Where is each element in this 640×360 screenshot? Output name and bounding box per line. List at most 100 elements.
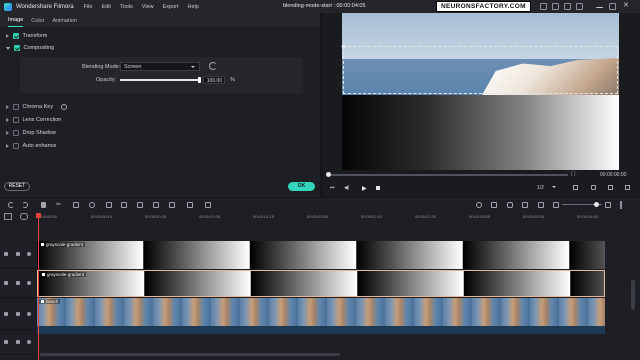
tab-color[interactable]: Color <box>31 18 44 27</box>
mute-icon[interactable] <box>27 340 31 344</box>
timeline-scrollbar-vertical[interactable] <box>631 280 635 310</box>
lock-icon[interactable] <box>16 340 20 344</box>
visibility-icon[interactable] <box>27 252 31 256</box>
ok-button[interactable]: OK <box>288 182 315 191</box>
section-compositing[interactable]: Compositing <box>6 45 54 51</box>
section-lens-correction[interactable]: Lens Correction <box>6 117 61 123</box>
menu-tools[interactable]: Tools <box>120 4 133 10</box>
opacity-input[interactable]: 100.00 <box>203 76 225 84</box>
step-back-icon[interactable]: ◀| <box>344 185 349 191</box>
reset-button[interactable]: RESET <box>4 182 30 191</box>
preview-progress-bar[interactable] <box>326 172 568 177</box>
render-icon[interactable] <box>476 202 482 208</box>
auto-enhance-checkbox[interactable] <box>13 143 19 149</box>
preview-canvas[interactable] <box>342 13 619 170</box>
panel-toggle-icon[interactable] <box>620 201 622 209</box>
compositing-checkbox[interactable] <box>14 45 20 51</box>
voiceover-icon[interactable] <box>522 202 528 208</box>
mic-icon[interactable] <box>507 202 513 208</box>
mixer-icon[interactable] <box>538 202 544 208</box>
section-auto-enhance[interactable]: Auto enhance <box>6 143 56 149</box>
quality-select[interactable]: 1/2 <box>537 185 544 191</box>
visibility-icon[interactable] <box>27 311 31 316</box>
drop-shadow-checkbox[interactable] <box>13 130 19 136</box>
green-screen-icon[interactable] <box>137 202 143 208</box>
watermark: NEURONSFACTORY.COM <box>436 1 531 12</box>
menu-file[interactable]: File <box>84 4 93 10</box>
crop-icon[interactable] <box>73 202 79 208</box>
opacity-slider-handle[interactable] <box>198 77 201 83</box>
zoom-slider-handle[interactable] <box>594 202 599 207</box>
timeline-ruler[interactable]: 00:00:00:00 00:00:00:10 00:00:00:20 00:0… <box>36 211 606 222</box>
add-track-icon[interactable] <box>4 213 12 220</box>
clip-label: grayscale-gradient <box>40 272 87 277</box>
timeline-scrollbar-horizontal[interactable] <box>40 353 340 356</box>
chroma-key-checkbox[interactable] <box>13 104 19 110</box>
zoom-out-icon[interactable] <box>553 202 559 208</box>
opacity-slider[interactable] <box>120 77 201 83</box>
chevron-down-icon[interactable] <box>552 186 556 188</box>
expand-icon[interactable] <box>625 185 630 190</box>
more-tools-icon[interactable] <box>205 202 211 208</box>
menu-edit[interactable]: Edit <box>101 4 110 10</box>
speed-icon[interactable] <box>106 202 112 208</box>
playhead-handle[interactable] <box>36 213 41 218</box>
undo-icon[interactable] <box>8 202 14 208</box>
section-transform[interactable]: Transform <box>6 33 47 39</box>
snapshot-icon[interactable] <box>591 185 596 190</box>
selection-box[interactable] <box>343 46 618 94</box>
menu-export[interactable]: Export <box>163 4 179 10</box>
audio-waveform[interactable] <box>37 326 605 334</box>
ruler-tick: 00:00:01:05 <box>199 214 221 219</box>
volume-icon[interactable] <box>608 185 613 190</box>
user-icon[interactable] <box>552 3 559 10</box>
visibility-icon[interactable] <box>27 281 31 285</box>
prev-frame-icon[interactable]: ⏮ <box>330 185 335 191</box>
audio-track-header <box>0 330 36 355</box>
download-icon[interactable] <box>576 3 583 10</box>
lock-icon[interactable] <box>16 311 20 316</box>
redo-icon[interactable] <box>22 202 28 208</box>
stop-icon[interactable] <box>376 186 380 190</box>
motion-icon[interactable] <box>187 202 193 208</box>
menu-view[interactable]: View <box>142 4 154 10</box>
keyframe-icon[interactable] <box>153 202 159 208</box>
preview-progress-handle[interactable] <box>326 172 331 177</box>
ruler-tick: 00:00:04:00 <box>577 214 599 219</box>
audio-icon[interactable] <box>169 202 175 208</box>
mail-icon[interactable] <box>564 3 571 10</box>
delete-icon[interactable] <box>41 202 46 208</box>
playhead[interactable] <box>36 213 41 360</box>
link-icon[interactable] <box>20 213 28 220</box>
cut-icon[interactable]: ✂ <box>56 201 62 208</box>
minimize-icon[interactable] <box>596 3 603 8</box>
zoom-in-icon[interactable] <box>605 202 611 208</box>
section-chroma-key[interactable]: Chroma Key <box>6 104 68 110</box>
chevron-right-icon <box>6 144 9 148</box>
help-icon[interactable] <box>61 104 68 110</box>
timeline-clip[interactable]: grayscale-gradient <box>37 241 605 269</box>
tab-animation[interactable]: Animation <box>52 18 76 27</box>
menu-help[interactable]: Help <box>188 4 199 10</box>
mark-in-out-icon[interactable]: { } <box>571 171 576 177</box>
lock-icon[interactable] <box>16 252 20 256</box>
section-drop-shadow[interactable]: Drop Shadow <box>6 130 56 136</box>
transform-checkbox[interactable] <box>13 33 19 39</box>
close-icon[interactable]: ✕ <box>623 1 630 9</box>
timeline-clip-selected[interactable]: grayscale-gradient <box>37 270 605 297</box>
reset-blend-icon[interactable] <box>209 62 217 70</box>
blending-mode-select[interactable]: Screen <box>120 62 200 71</box>
track-headers <box>0 222 36 360</box>
timeline-clip[interactable]: beach <box>37 298 605 326</box>
tab-image[interactable]: Image <box>8 17 24 27</box>
adjust-icon[interactable] <box>121 202 127 208</box>
play-icon[interactable]: ▶ <box>362 185 367 192</box>
shield-icon[interactable] <box>491 202 497 208</box>
color-icon[interactable] <box>89 202 95 208</box>
maximize-icon[interactable] <box>609 3 616 10</box>
notification-icon[interactable] <box>540 3 547 10</box>
fullscreen-icon[interactable] <box>573 185 578 190</box>
ruler-tick: 00:00:02:20 <box>415 214 437 219</box>
lock-icon[interactable] <box>16 281 20 285</box>
lens-correction-checkbox[interactable] <box>13 117 19 123</box>
